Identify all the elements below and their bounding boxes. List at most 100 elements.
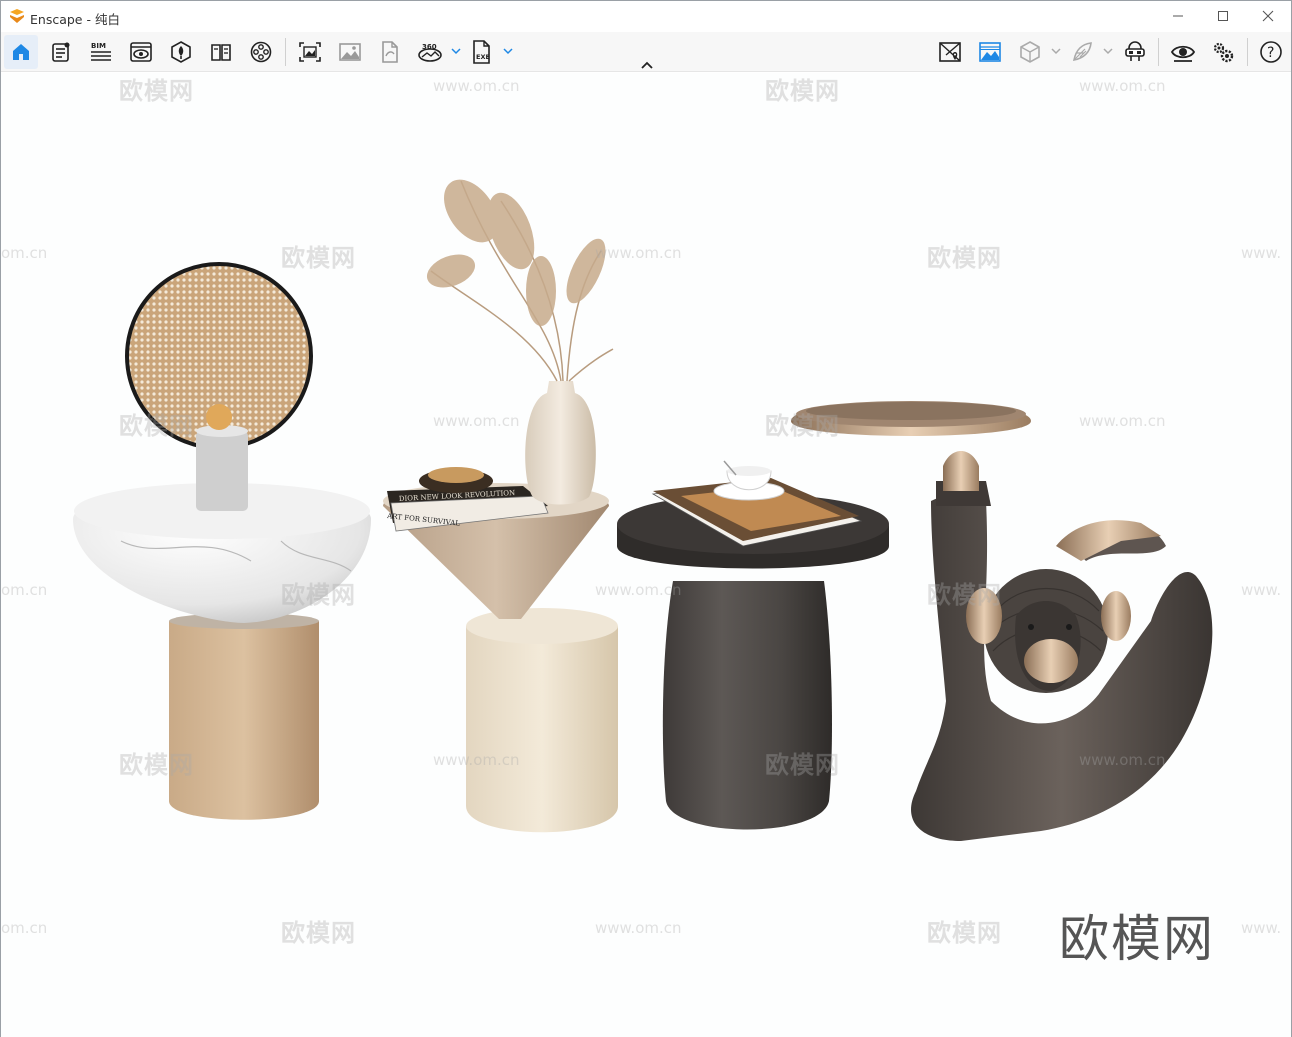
watermark-cn: 欧模网 (119, 751, 194, 779)
map-pin-icon (939, 42, 961, 62)
scene-render: DIOR NEW LOOK REVOLUTION ART FOR SURVIVA… (73, 179, 1213, 841)
export-file-icon (382, 41, 398, 63)
svg-text:EXE: EXE (476, 53, 490, 61)
screenshot-icon (299, 42, 321, 62)
toolbar-separator (285, 38, 286, 66)
app-window: Enscape - 纯白 BIM 360 EXE ? DIOR NEW LOOK… (0, 0, 1292, 1037)
watermark-cn: 欧模网 (119, 77, 194, 105)
document-list-button[interactable] (44, 35, 78, 69)
cone-side-table: DIOR NEW LOOK REVOLUTION ART FOR SURVIVA… (383, 179, 618, 833)
watermark-url: om.cn (1, 919, 48, 937)
panorama-dropdown-arrow[interactable] (450, 44, 462, 58)
toolbar-separator (1158, 38, 1159, 66)
chevron-up-icon (641, 61, 653, 69)
screenshot-button[interactable] (293, 35, 327, 69)
marble-side-table (73, 262, 371, 820)
watermark-cn: 欧模网 (765, 412, 840, 440)
close-button[interactable] (1245, 1, 1291, 31)
book-icon (211, 44, 231, 61)
panorama-360-icon: 360 (418, 43, 442, 62)
help-button[interactable]: ? (1254, 35, 1288, 69)
title-bar: Enscape - 纯白 (1, 1, 1291, 32)
document-list-icon (52, 42, 70, 62)
image-gallery-icon (339, 43, 361, 61)
watermark-url: www. (1241, 244, 1282, 262)
minimize-button[interactable] (1155, 1, 1201, 31)
vr-headset-button[interactable] (1118, 35, 1152, 69)
svg-text:BIM: BIM (91, 42, 106, 50)
chevron-down-icon (1103, 48, 1113, 55)
home-button[interactable] (4, 35, 38, 69)
svg-text:?: ? (1267, 45, 1274, 61)
exe-dropdown-arrow[interactable] (502, 44, 514, 58)
video-editor-button[interactable] (244, 35, 278, 69)
watermark-cn: 欧模网 (281, 919, 356, 947)
book-button[interactable] (204, 35, 238, 69)
exe-export-icon: EXE (473, 40, 490, 64)
watermark-cn: 欧模网 (927, 581, 1002, 609)
maximize-button[interactable] (1200, 1, 1246, 31)
map-button[interactable] (933, 35, 967, 69)
feather-icon (1072, 42, 1092, 62)
watermark-cn: 欧模网 (927, 919, 1002, 947)
vr-headset-icon (1125, 41, 1145, 61)
cube-button[interactable] (1013, 35, 1047, 69)
watermark-url: www.om.cn (433, 751, 520, 769)
landscape-image-button[interactable] (973, 35, 1007, 69)
collapse-toolbar-button[interactable] (637, 57, 657, 73)
enscape-logo-icon (10, 9, 24, 23)
watermark-url: www.om.cn (1079, 412, 1166, 430)
close-icon (1262, 10, 1274, 22)
minimize-icon (1173, 15, 1183, 17)
asset-library-button[interactable] (164, 35, 198, 69)
landscape-image-icon (979, 42, 1001, 62)
brand-watermark: 欧模网 (1059, 910, 1215, 968)
maximize-icon (1218, 11, 1228, 21)
gallery-button[interactable] (333, 35, 367, 69)
chevron-down-icon (451, 48, 461, 55)
watermark-url: www. (1241, 581, 1282, 599)
settings-gears-icon (1213, 42, 1234, 63)
help-icon: ? (1260, 41, 1282, 63)
general-settings-button[interactable] (1206, 35, 1240, 69)
window-title: Enscape - 纯白 (30, 12, 120, 27)
view-eye-window-icon (130, 42, 152, 62)
feather-button[interactable] (1065, 35, 1099, 69)
watermark-url: www.om.cn (595, 581, 682, 599)
watermark-cn: 欧模网 (765, 751, 840, 779)
panorama-360-button[interactable]: 360 (413, 35, 447, 69)
watermark-url: www. (1241, 919, 1282, 937)
exe-export-button[interactable]: EXE (465, 35, 499, 69)
render-viewport[interactable]: DIOR NEW LOOK REVOLUTION ART FOR SURVIVA… (1, 73, 1291, 1037)
bim-icon: BIM (91, 42, 111, 61)
watermark-cn: 欧模网 (927, 244, 1002, 272)
film-reel-icon (250, 41, 272, 63)
eye-icon (1171, 45, 1195, 62)
export-file-button[interactable] (373, 35, 407, 69)
dark-side-table (617, 460, 889, 830)
watermark-url: www.om.cn (1079, 751, 1166, 769)
chevron-down-icon (503, 48, 513, 55)
watermark-url: www.om.cn (433, 77, 520, 95)
asset-library-icon (171, 41, 191, 63)
chevron-down-icon (1051, 48, 1061, 55)
watermark-cn: 欧模网 (281, 244, 356, 272)
watermark-url: om.cn (1, 244, 48, 262)
watermark-url: om.cn (1, 581, 48, 599)
bim-button[interactable]: BIM (84, 35, 118, 69)
watermark-cn: 欧模网 (765, 77, 840, 105)
watermark-url: www.om.cn (1079, 77, 1166, 95)
visual-settings-button[interactable] (1166, 35, 1200, 69)
watermark-url: www.om.cn (433, 412, 520, 430)
cube-dropdown-arrow[interactable] (1050, 44, 1062, 58)
monkey-tray-table (791, 401, 1213, 841)
home-icon (13, 44, 29, 60)
watermark-url: www.om.cn (595, 244, 682, 262)
view-management-button[interactable] (124, 35, 158, 69)
toolbar-separator (1247, 38, 1248, 66)
watermark-cn: 欧模网 (119, 412, 194, 440)
watermark-cn: 欧模网 (281, 581, 356, 609)
watermark-url: www.om.cn (595, 919, 682, 937)
cube-icon (1020, 41, 1040, 63)
feather-dropdown-arrow[interactable] (1102, 44, 1114, 58)
